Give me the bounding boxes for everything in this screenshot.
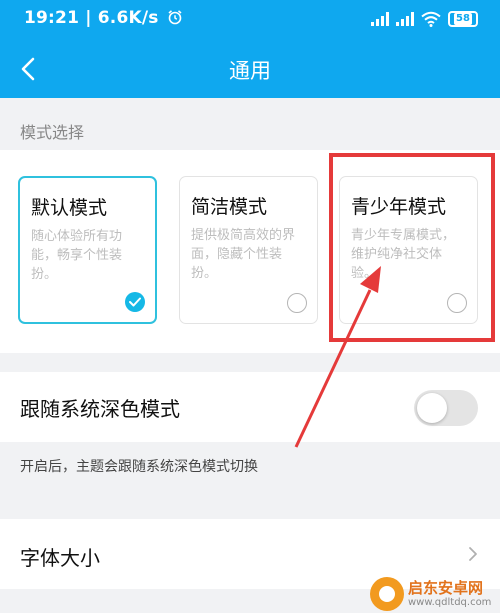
battery-icon: 58: [448, 11, 478, 27]
watermark-name: 启东安卓网: [408, 578, 484, 597]
mode-name: 默认模式: [31, 197, 108, 219]
watermark: 启东安卓网 www.qdltdq.com: [370, 574, 500, 613]
nav-bar: 通用: [0, 40, 500, 98]
dark-mode-row[interactable]: 跟随系统深色模式: [0, 372, 500, 442]
annotation-highlight-box: [329, 153, 495, 342]
dark-mode-toggle[interactable]: [414, 390, 478, 426]
battery-level: 58: [454, 13, 472, 25]
wifi-icon: [421, 11, 441, 27]
mode-card-simple[interactable]: 简洁模式 提供极简高效的界面，隐藏个性装扮。: [179, 176, 318, 324]
mode-section-title: 模式选择: [20, 123, 85, 142]
clock-time: 19:21: [24, 8, 80, 28]
watermark-logo-icon: [370, 576, 404, 611]
mode-desc: 随心体验所有功能，畅享个性装扮。: [31, 229, 123, 282]
dark-mode-hint: 开启后，主题会跟随系统深色模式切换: [20, 459, 258, 475]
alarm-icon: [168, 10, 182, 25]
status-time: 19:21 | 6.6K/s: [24, 8, 183, 28]
signal-icon: [371, 12, 389, 26]
status-icons: 58: [371, 11, 478, 27]
chevron-right-icon: [469, 547, 477, 561]
selected-check-icon[interactable]: [125, 292, 145, 312]
mode-desc: 提供极简高效的界面，隐藏个性装扮。: [191, 228, 296, 281]
signal-icon-2: [396, 12, 414, 26]
dark-mode-label: 跟随系统深色模式: [20, 397, 180, 421]
page-title: 通用: [229, 59, 271, 83]
toggle-knob: [417, 393, 447, 423]
watermark-url: www.qdltdq.com: [408, 596, 492, 608]
mode-card-default[interactable]: 默认模式 随心体验所有功能，畅享个性装扮。: [18, 176, 157, 324]
status-bar: 19:21 | 6.6K/s 58: [0, 0, 500, 40]
font-size-label: 字体大小: [20, 546, 100, 570]
radio-circle-icon[interactable]: [287, 293, 307, 313]
mode-name: 简洁模式: [191, 196, 268, 218]
network-speed: 6.6K/s: [97, 8, 159, 28]
